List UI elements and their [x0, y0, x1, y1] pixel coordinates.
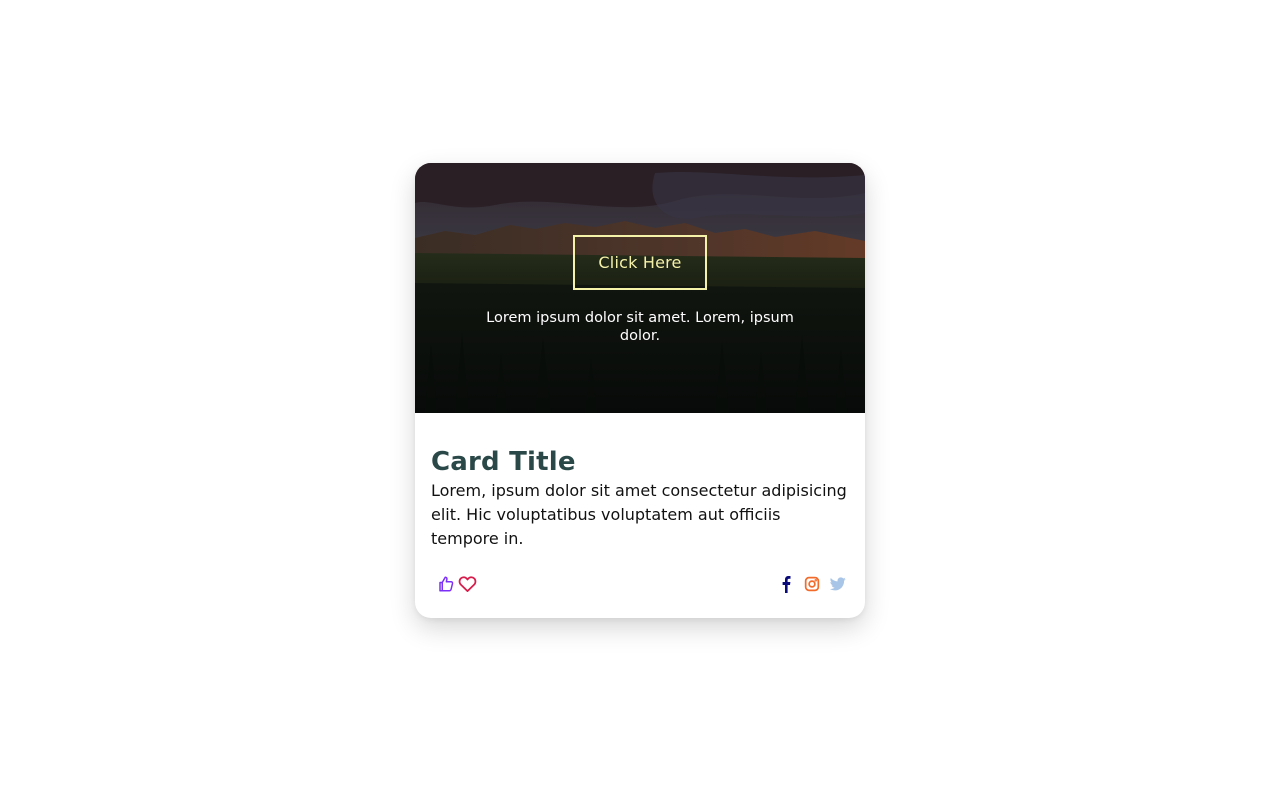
instagram-icon[interactable] — [801, 572, 823, 596]
click-here-button[interactable]: Click Here — [573, 235, 707, 290]
twitter-icon[interactable] — [827, 572, 849, 596]
card-image: Click Here Lorem ipsum dolor sit amet. L… — [415, 163, 865, 413]
facebook-icon[interactable] — [775, 572, 797, 596]
card-body: Card Title Lorem, ipsum dolor sit amet c… — [431, 445, 851, 551]
card-title: Card Title — [431, 447, 576, 477]
heart-icon[interactable] — [456, 572, 478, 596]
card-text: Lorem, ipsum dolor sit amet consectetur … — [431, 481, 847, 548]
card: Click Here Lorem ipsum dolor sit amet. L… — [415, 163, 865, 618]
image-caption: Lorem ipsum dolor sit amet. Lorem, ipsum… — [486, 310, 794, 344]
card-footer — [431, 572, 849, 596]
thumbs-up-icon[interactable] — [435, 572, 457, 596]
